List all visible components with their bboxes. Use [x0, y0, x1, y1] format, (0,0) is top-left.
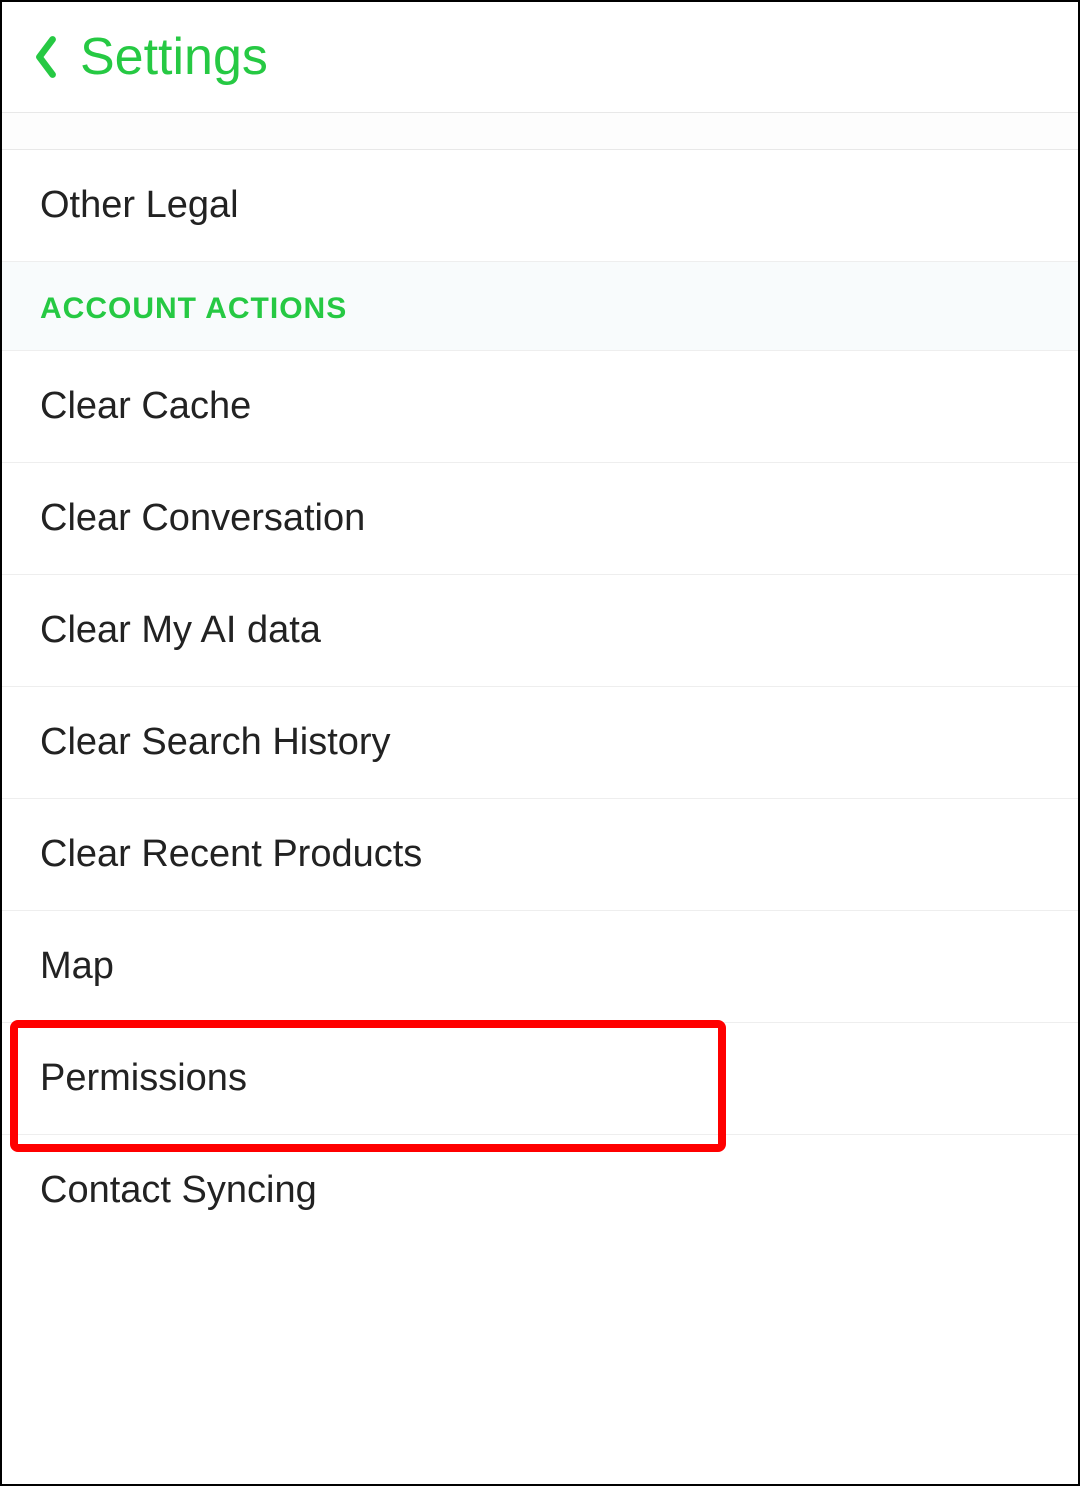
item-contact-syncing[interactable]: Contact Syncing	[2, 1135, 1078, 1246]
item-other-legal[interactable]: Other Legal	[2, 150, 1078, 262]
item-label: Clear Cache	[40, 385, 251, 427]
separator	[2, 112, 1078, 150]
item-label: Clear Recent Products	[40, 833, 422, 875]
item-clear-conversation[interactable]: Clear Conversation	[2, 463, 1078, 575]
section-account-actions: ACCOUNT ACTIONS	[2, 262, 1078, 351]
item-label: Map	[40, 945, 114, 987]
item-label: Permissions	[40, 1057, 247, 1099]
item-permissions[interactable]: Permissions	[2, 1023, 1078, 1135]
back-icon[interactable]	[32, 35, 60, 79]
item-map[interactable]: Map	[2, 911, 1078, 1023]
item-label: Clear Conversation	[40, 497, 365, 539]
item-clear-search-history[interactable]: Clear Search History	[2, 687, 1078, 799]
section-label: ACCOUNT ACTIONS	[40, 292, 347, 325]
item-clear-recent-products[interactable]: Clear Recent Products	[2, 799, 1078, 911]
item-label: Clear Search History	[40, 721, 391, 763]
item-label: Contact Syncing	[40, 1169, 317, 1211]
item-clear-my-ai-data[interactable]: Clear My AI data	[2, 575, 1078, 687]
settings-header: Settings	[2, 2, 1078, 112]
item-label: Other Legal	[40, 184, 239, 226]
item-label: Clear My AI data	[40, 609, 321, 651]
item-clear-cache[interactable]: Clear Cache	[2, 351, 1078, 463]
page-title: Settings	[80, 27, 268, 87]
